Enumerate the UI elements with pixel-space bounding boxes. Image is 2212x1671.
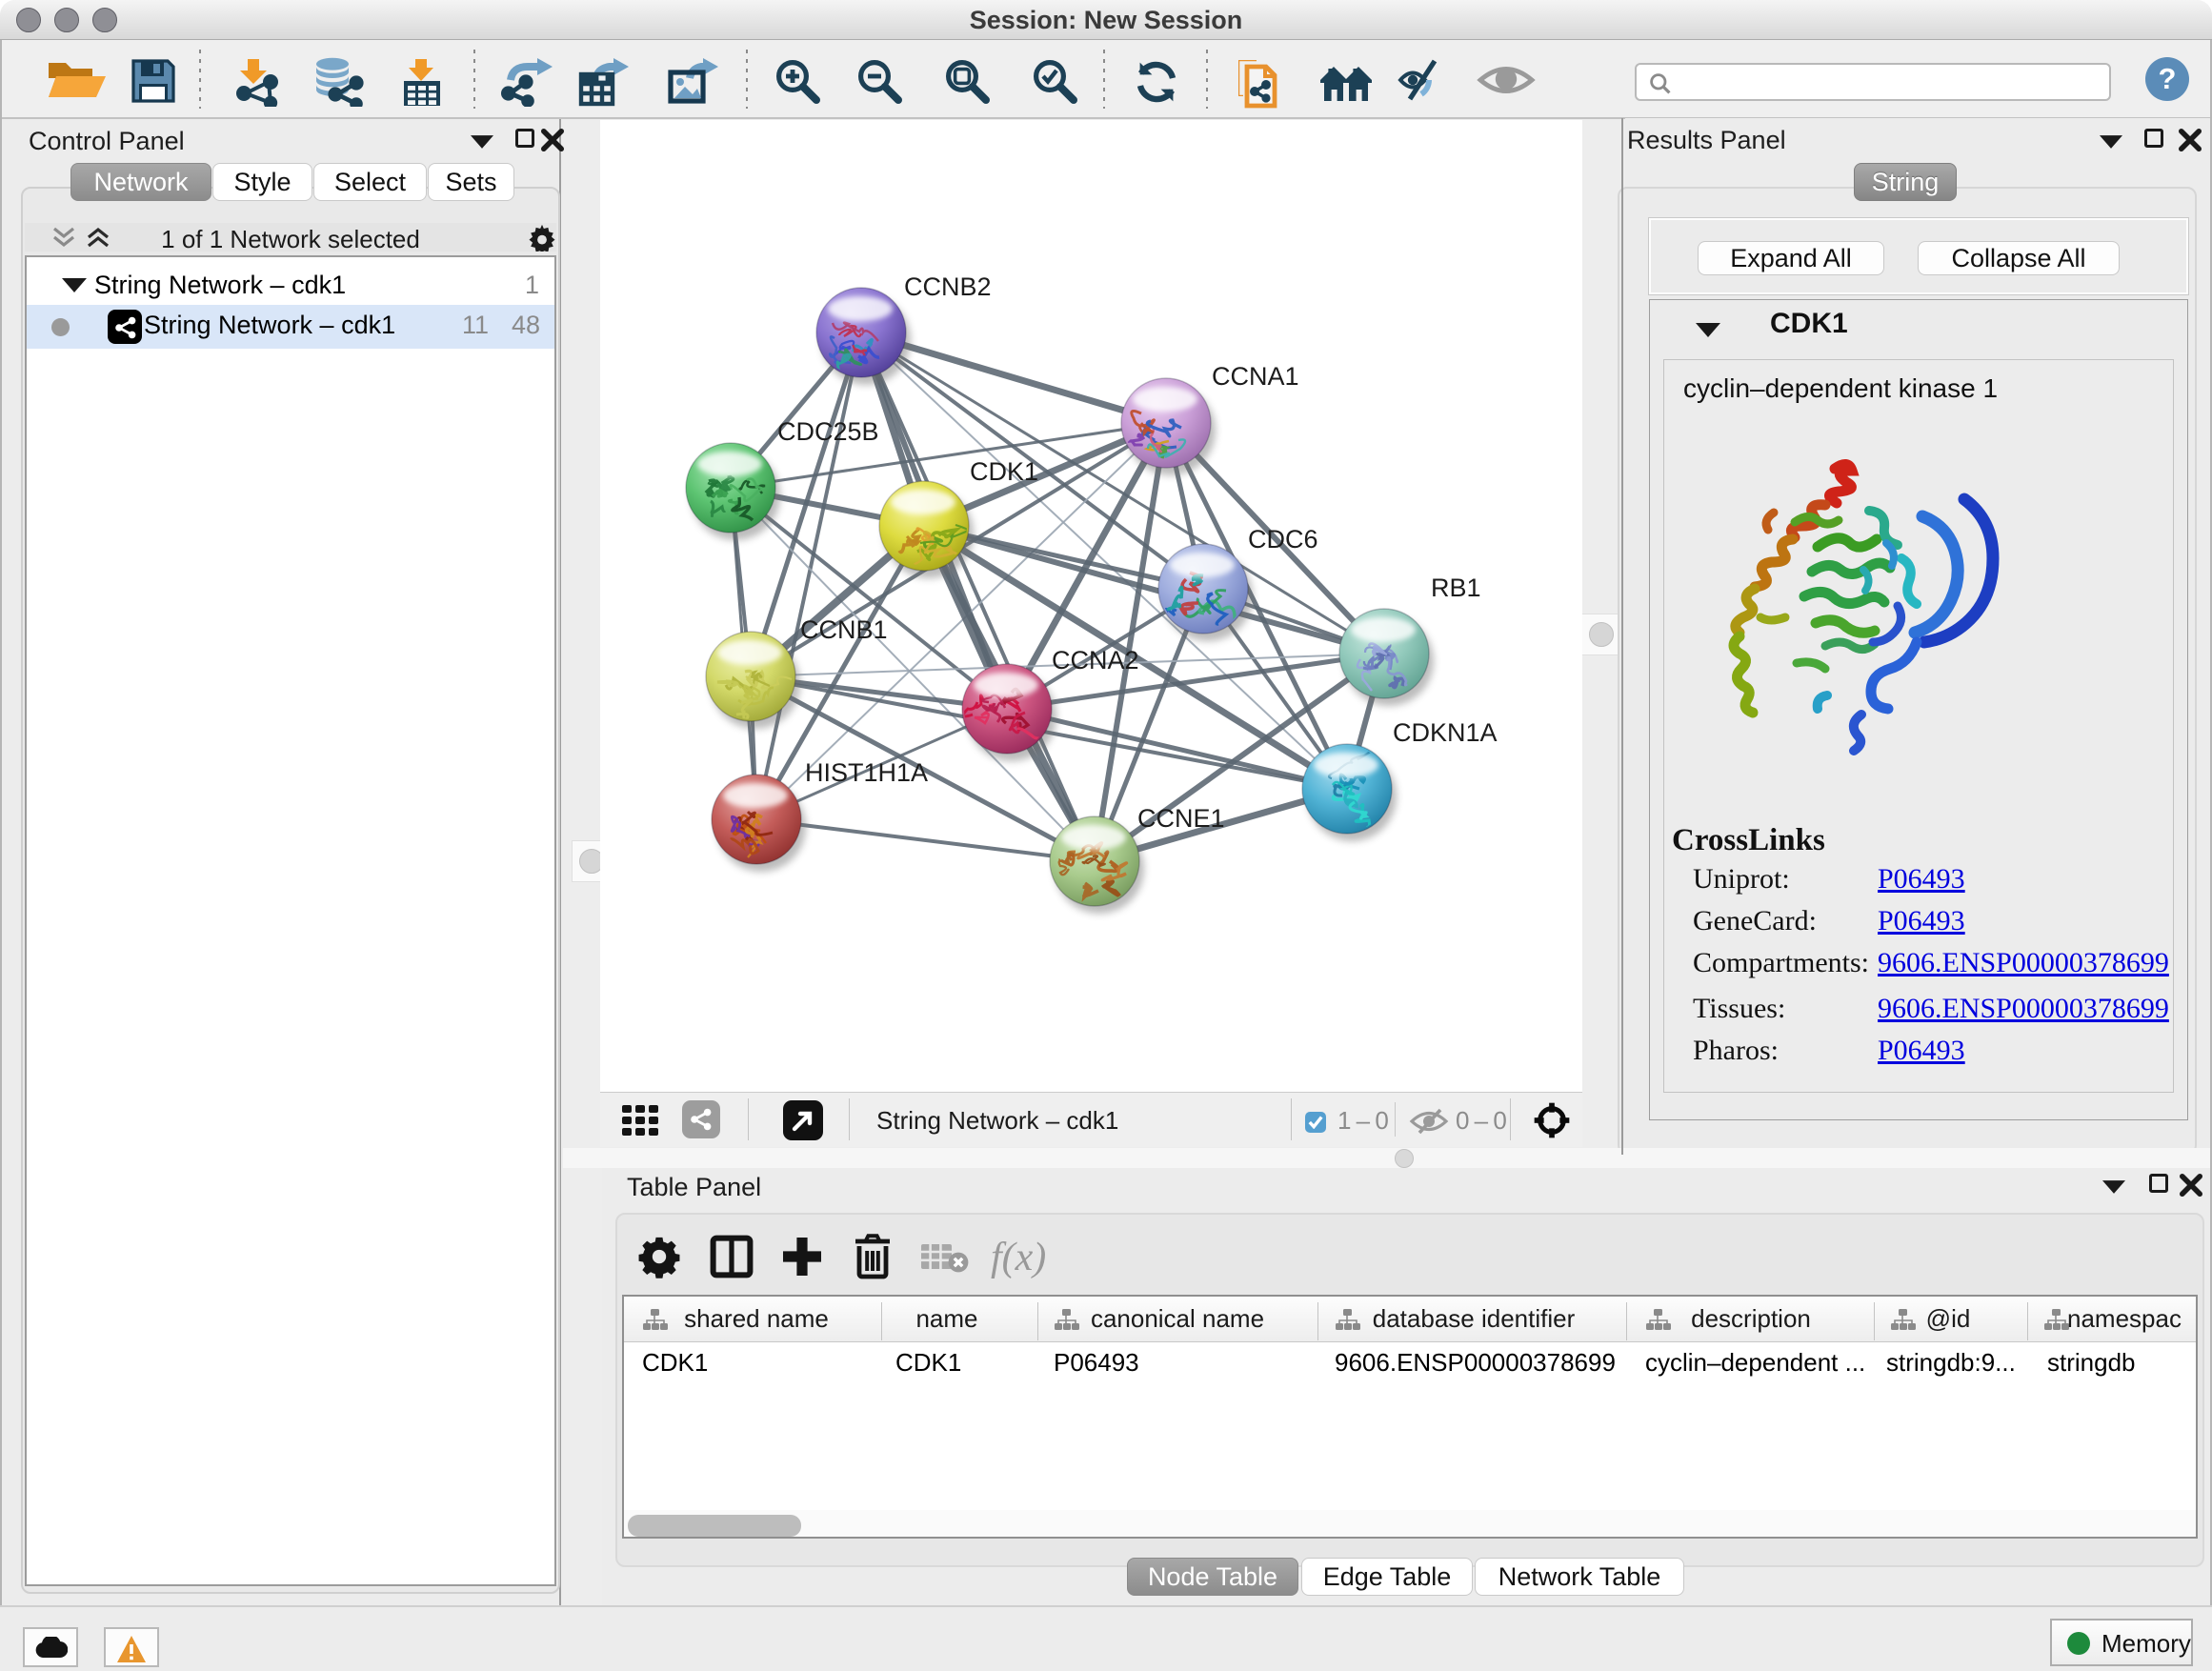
- svg-text:CCNE1: CCNE1: [1137, 804, 1225, 833]
- svg-text:CDK1: CDK1: [970, 457, 1038, 486]
- svg-text:RB1: RB1: [1431, 574, 1481, 602]
- svg-text:HIST1H1A: HIST1H1A: [805, 758, 928, 787]
- svg-text:CDC6: CDC6: [1248, 525, 1318, 554]
- svg-text:CDKN1A: CDKN1A: [1393, 718, 1498, 747]
- svg-text:?: ?: [2159, 62, 2177, 95]
- svg-text:CCNB2: CCNB2: [904, 272, 992, 301]
- svg-text:CCNB1: CCNB1: [800, 615, 888, 644]
- svg-text:CDC25B: CDC25B: [777, 417, 879, 446]
- svg-text:CCNA1: CCNA1: [1212, 362, 1299, 391]
- svg-text:CCNA2: CCNA2: [1052, 646, 1139, 674]
